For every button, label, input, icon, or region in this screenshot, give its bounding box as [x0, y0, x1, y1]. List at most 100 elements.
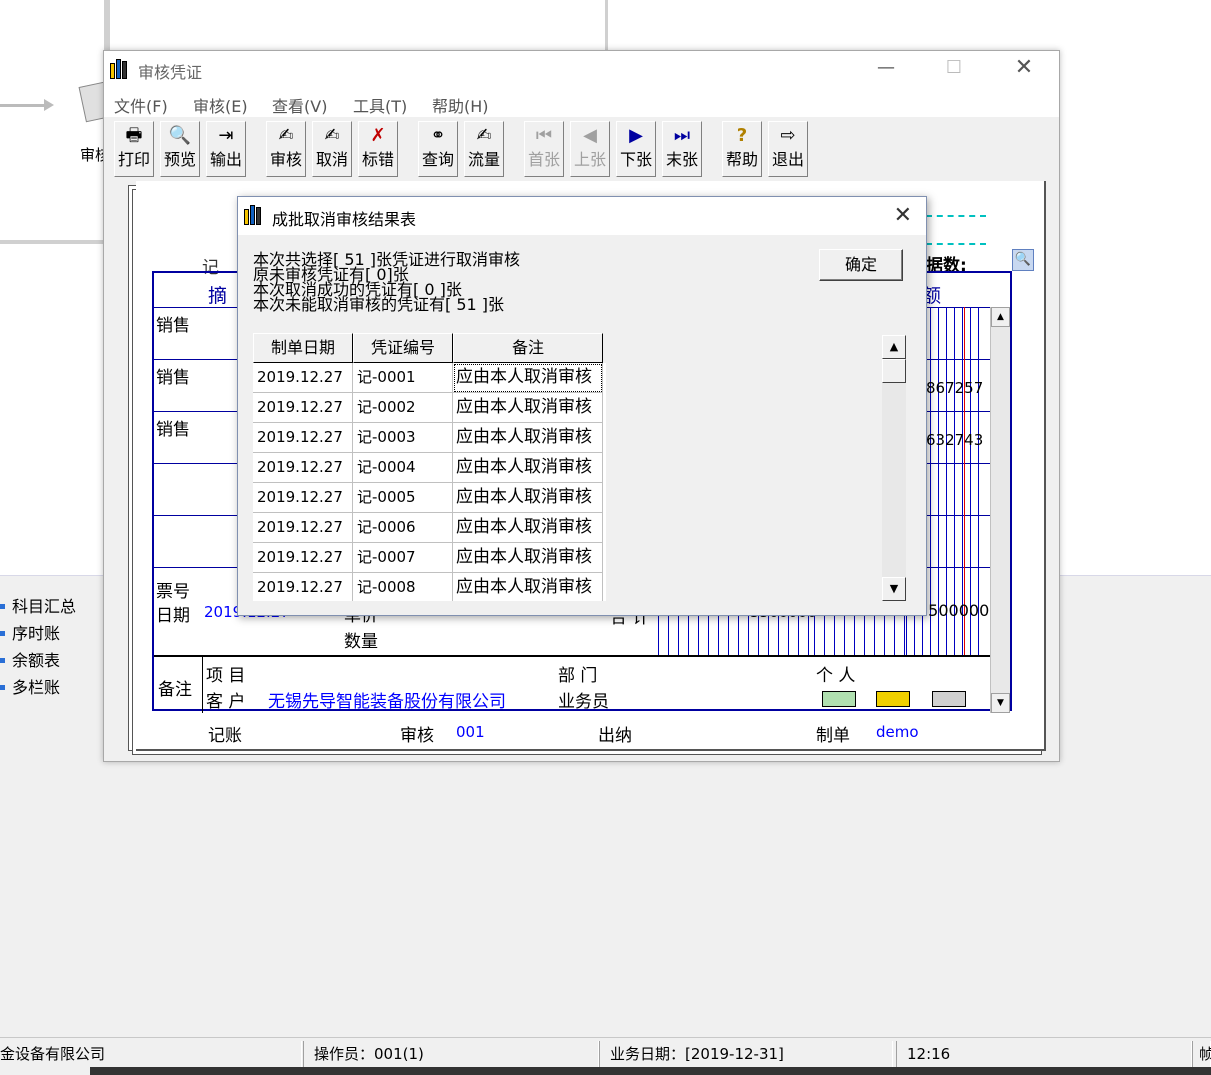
flow-button[interactable]: ✍ 流量 — [464, 121, 504, 177]
dept-label: 部 门 — [558, 666, 598, 686]
print-button[interactable]: 🖶 打印 — [114, 121, 154, 177]
table-row[interactable]: 2019.12.27 记-0002 应由本人取消审核 — [253, 393, 606, 423]
cell-voucher-no[interactable]: 记-0006 — [353, 513, 453, 543]
search-icon[interactable]: 🔍 — [1012, 249, 1034, 271]
table-row[interactable]: 2019.12.27 记-0004 应由本人取消审核 — [253, 453, 606, 483]
total-credit: 5500000 — [918, 601, 990, 620]
voucher-scrollbar[interactable]: ▲ ▼ — [990, 307, 1010, 713]
cell-date[interactable]: 2019.12.27 — [253, 453, 353, 483]
window-titlebar[interactable]: 审核凭证 — ☐ ✕ — [104, 51, 1059, 87]
exit-label: 退出 — [771, 150, 804, 169]
calc-icon[interactable] — [932, 691, 966, 707]
prev-voucher-button[interactable]: ◀ 上张 — [570, 121, 610, 177]
side-link-balance[interactable]: 余额表 — [0, 650, 76, 677]
table-row[interactable]: 2019.12.27 记-0001 应由本人取消审核 — [253, 363, 606, 393]
ok-button[interactable]: 确定 — [819, 249, 903, 281]
col-note-header[interactable]: 备注 — [453, 333, 603, 363]
cell-voucher-no[interactable]: 记-0002 — [353, 393, 453, 423]
export-label: 输出 — [209, 150, 242, 169]
audit-button[interactable]: ✍ 审核 — [266, 121, 306, 177]
col-voucher-no-header[interactable]: 凭证编号 — [353, 333, 453, 363]
side-link-subject-summary[interactable]: 科目汇总 — [0, 596, 76, 623]
account-icon[interactable] — [822, 691, 856, 707]
col-date-header[interactable]: 制单日期 — [253, 333, 353, 363]
project-label: 项 目 — [206, 666, 246, 686]
summary-line: 本次未能取消审核的凭证有[ 51 ]张 — [253, 295, 505, 314]
header-dotted-line — [926, 215, 986, 217]
cell-note[interactable]: 应由本人取消审核 — [453, 423, 603, 453]
cell-note[interactable]: 应由本人取消审核 — [453, 483, 603, 513]
cell-voucher-no[interactable]: 记-0005 — [353, 483, 453, 513]
table-scrollbar[interactable]: ▲ ▼ — [882, 335, 906, 601]
mark-error-button[interactable]: ✗ 标错 — [358, 121, 398, 177]
entry-amount: 867257 — [926, 379, 984, 397]
table-row[interactable]: 2019.12.27 记-0007 应由本人取消审核 — [253, 543, 606, 573]
cell-voucher-no[interactable]: 记-0007 — [353, 543, 453, 573]
query-button[interactable]: ⚭ 查询 — [418, 121, 458, 177]
binoculars-icon: ⚭ — [430, 125, 446, 146]
help-button[interactable]: ? 帮助 — [722, 121, 762, 177]
cell-date[interactable]: 2019.12.27 — [253, 543, 353, 573]
cell-note[interactable]: 应由本人取消审核 — [453, 513, 603, 543]
cell-date[interactable]: 2019.12.27 — [253, 483, 353, 513]
first-icon: ⏮ — [535, 125, 553, 146]
maximize-icon[interactable]: ☐ — [942, 57, 966, 81]
date-label: 日期 — [156, 606, 190, 626]
cell-date[interactable]: 2019.12.27 — [253, 393, 353, 423]
side-link-journal[interactable]: 序时账 — [0, 623, 76, 650]
scroll-up-icon[interactable]: ▲ — [991, 307, 1010, 327]
cell-note[interactable]: 应由本人取消审核 — [453, 573, 603, 601]
table-row[interactable]: 2019.12.27 记-0003 应由本人取消审核 — [253, 423, 606, 453]
cell-voucher-no[interactable]: 记-0001 — [353, 363, 453, 393]
menu-tools[interactable]: 工具(T) — [353, 93, 407, 117]
toolbar: 🖶 打印 🔍 预览 ⇥ 输出 ✍ 审核 ✍ 取消 ✗ 标错 ⚭ 查询 ✍ 流量 ⏮ 首张 ◀ 上张 … — [104, 117, 1059, 187]
preview-button[interactable]: 🔍 预览 — [160, 121, 200, 177]
cell-note[interactable]: 应由本人取消审核 — [453, 363, 603, 393]
table-row[interactable]: 2019.12.27 记-0008 应由本人取消审核 — [253, 573, 606, 601]
status-company: 金设备有限公司 — [0, 1041, 302, 1067]
menu-help[interactable]: 帮助(H) — [432, 93, 489, 117]
side-link-multicolumn[interactable]: 多栏账 — [0, 677, 76, 704]
col-summary-header: 摘 — [208, 285, 228, 307]
exit-icon: ⇨ — [780, 125, 796, 146]
entry-summary[interactable]: 销售 — [156, 363, 190, 388]
menu-view[interactable]: 查看(V) — [272, 93, 327, 117]
minimize-icon[interactable]: — — [874, 57, 898, 81]
close-icon[interactable]: ✕ — [894, 203, 912, 228]
export-button[interactable]: ⇥ 输出 — [206, 121, 246, 177]
last-voucher-button[interactable]: ⏭ 末张 — [662, 121, 702, 177]
exit-button[interactable]: ⇨ 退出 — [768, 121, 808, 177]
next-voucher-button[interactable]: ▶ 下张 — [616, 121, 656, 177]
cell-date[interactable]: 2019.12.27 — [253, 513, 353, 543]
cell-note[interactable]: 应由本人取消审核 — [453, 393, 603, 423]
scroll-thumb[interactable] — [882, 359, 906, 383]
first-label: 首张 — [527, 150, 560, 169]
cell-note[interactable]: 应由本人取消审核 — [453, 543, 603, 573]
cell-date[interactable]: 2019.12.27 — [253, 423, 353, 453]
scroll-up-icon[interactable]: ▲ — [882, 335, 906, 359]
close-icon[interactable]: ✕ — [1012, 57, 1036, 81]
cell-note[interactable]: 应由本人取消审核 — [453, 453, 603, 483]
result-summary: 本次共选择[ 51 ]张凭证进行取消审核 原未审核凭证有[ 0]张 本次取消成功… — [253, 252, 520, 314]
scroll-down-icon[interactable]: ▼ — [882, 577, 906, 601]
menu-audit[interactable]: 审核(E) — [193, 93, 248, 117]
next-icon: ▶ — [629, 125, 643, 146]
first-voucher-button[interactable]: ⏮ 首张 — [524, 121, 564, 177]
entry-summary[interactable]: 销售 — [156, 311, 190, 336]
entry-summary[interactable]: 销售 — [156, 415, 190, 440]
result-table: 制单日期 凭证编号 备注 2019.12.27 记-0001 应由本人取消审核 … — [253, 333, 606, 601]
cell-voucher-no[interactable]: 记-0008 — [353, 573, 453, 601]
table-row[interactable]: 2019.12.27 记-0005 应由本人取消审核 — [253, 483, 606, 513]
dialog-titlebar[interactable]: 成批取消审核结果表 ✕ — [238, 197, 926, 235]
cell-date[interactable]: 2019.12.27 — [253, 573, 353, 601]
cancel-audit-button[interactable]: ✍ 取消 — [312, 121, 352, 177]
cell-voucher-no[interactable]: 记-0004 — [353, 453, 453, 483]
table-row[interactable]: 2019.12.27 记-0006 应由本人取消审核 — [253, 513, 606, 543]
status-bar: 金设备有限公司 操作员：001(1) 业务日期：[2019-12-31] 12:… — [0, 1037, 1211, 1067]
bank-icon[interactable] — [876, 691, 910, 707]
cell-voucher-no[interactable]: 记-0003 — [353, 423, 453, 453]
scroll-down-icon[interactable]: ▼ — [991, 693, 1010, 713]
cell-date[interactable]: 2019.12.27 — [253, 363, 353, 393]
print-icon: 🖶 — [125, 125, 143, 146]
menu-file[interactable]: 文件(F) — [114, 93, 168, 117]
